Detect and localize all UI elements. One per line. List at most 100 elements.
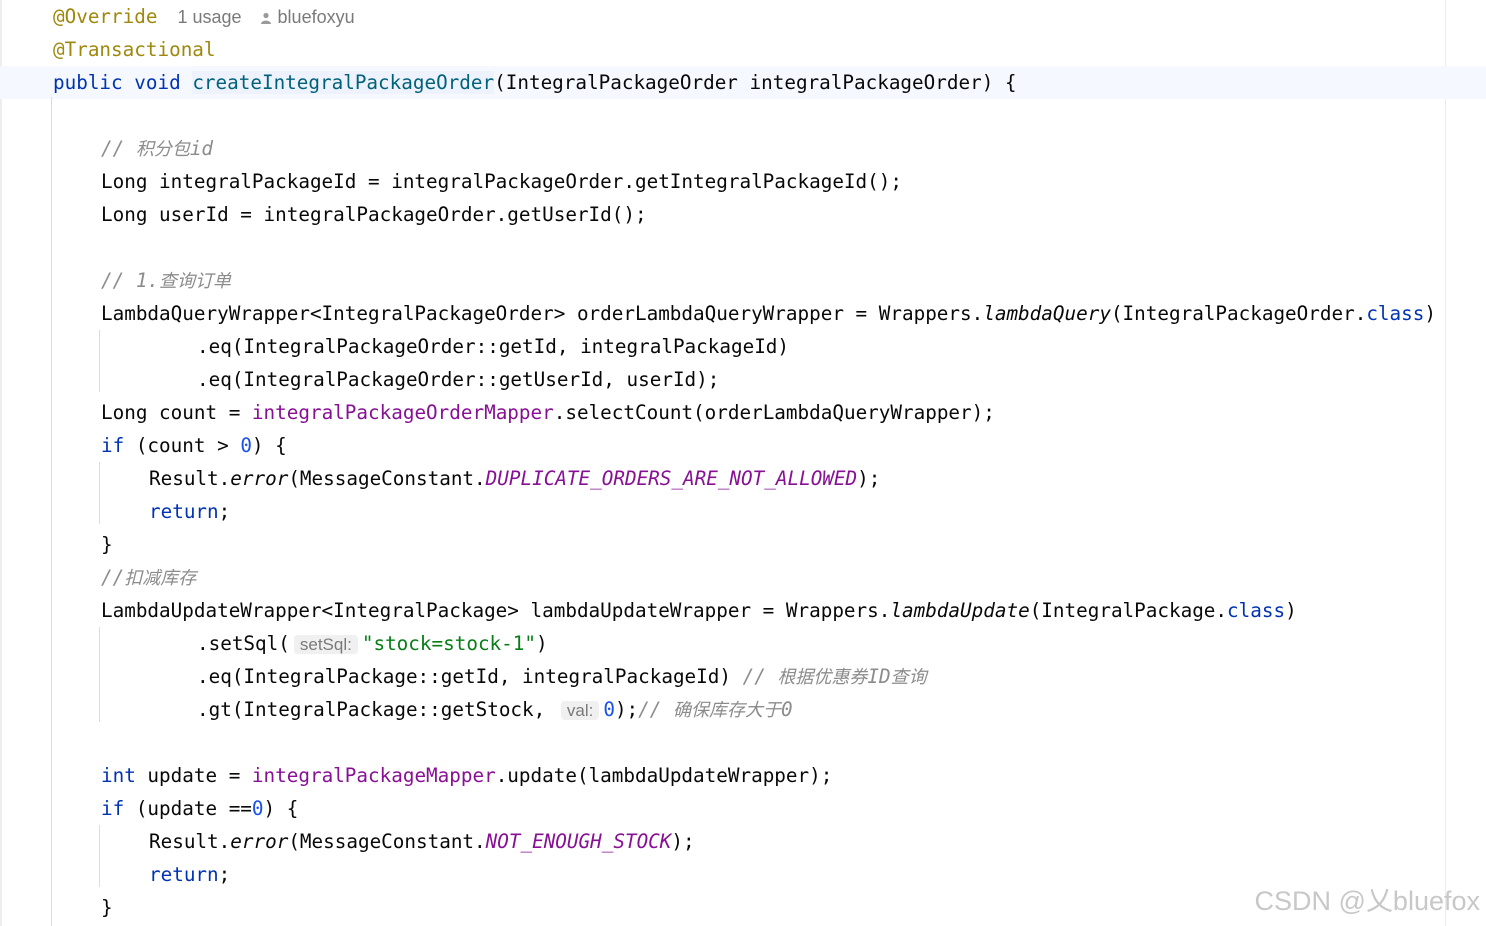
author-name[interactable]: bluefoxyu: [278, 7, 355, 27]
code-text: ;: [218, 500, 231, 523]
number-literal: 0: [251, 797, 264, 820]
code-text: );: [671, 830, 695, 853]
code-text: .setSql(: [197, 632, 290, 655]
code-text: ): [1424, 302, 1436, 325]
static-method: error: [230, 830, 289, 853]
comment: // 1.: [101, 269, 160, 292]
code-line-package-id[interactable]: Long integralPackageId = integralPackage…: [0, 165, 1486, 198]
method-name[interactable]: createIntegralPackageOrder: [192, 71, 495, 94]
annotation-transactional: @Transactional: [53, 38, 216, 61]
comment-cjk: 查询: [890, 667, 927, 688]
comment-cjk: 积分包: [135, 139, 190, 160]
number-literal: 0: [603, 698, 615, 721]
comment-cjk: 根据优惠券: [777, 667, 868, 688]
code-text: (update ==: [124, 797, 252, 820]
comment: ID: [867, 665, 891, 688]
code-text: (MessageConstant.: [288, 830, 486, 853]
code-text: }: [101, 533, 113, 556]
param-hint-val: val:: [560, 701, 600, 720]
code-line-if-update[interactable]: if (update ==0) {: [0, 792, 1486, 825]
static-method: lambdaUpdate: [890, 599, 1030, 622]
code-text: (MessageConstant.: [288, 467, 486, 490]
code-line-if-count[interactable]: if (count > 0) {: [0, 429, 1486, 462]
code-line-user-id[interactable]: Long userId = integralPackageOrder.getUs…: [0, 198, 1486, 231]
code-text: Long count =: [101, 401, 252, 424]
comment-cjk: 查询订单: [159, 271, 232, 292]
code-text: Result.: [149, 830, 231, 853]
csdn-watermark: CSDN @乂bluefox: [1254, 886, 1480, 916]
code-line-gt-stock[interactable]: .gt(IntegralPackage::getStock, val: 0);//…: [0, 693, 1486, 726]
method-params: (IntegralPackageOrder integralPackageOrd…: [494, 71, 1017, 94]
keyword-int: int: [101, 764, 136, 787]
code-text: (IntegralPackageOrder.: [1110, 302, 1367, 325]
user-icon: [260, 12, 271, 24]
constant-ref: DUPLICATE_ORDERS_ARE_NOT_ALLOWED: [485, 467, 858, 490]
code-line-comment-id[interactable]: // 积分包id: [0, 132, 1486, 165]
code-line-error-duplicate[interactable]: Result.error(MessageConstant.DUPLICATE_O…: [0, 462, 1486, 495]
keyword-class: class: [1227, 599, 1286, 622]
code-text: );: [614, 698, 639, 721]
string-literal: "stock=stock-1": [361, 632, 536, 655]
code-text: LambdaUpdateWrapper<IntegralPackage> lam…: [101, 599, 891, 622]
code-text: ) {: [251, 434, 287, 457]
static-method: lambdaQuery: [983, 302, 1111, 325]
code-line-update-wrapper[interactable]: LambdaUpdateWrapper<IntegralPackage> lam…: [0, 594, 1486, 627]
code-line-comment-stock[interactable]: //扣减库存: [0, 561, 1486, 594]
code-text: }: [101, 896, 113, 919]
code-text: .gt(IntegralPackage::getStock,: [197, 698, 557, 721]
comment: //: [638, 698, 673, 721]
code-text: .eq(IntegralPackage::getId, integralPack…: [197, 665, 743, 688]
code-text: ;: [218, 863, 231, 886]
comment: //: [742, 665, 778, 688]
keyword-return: return: [149, 863, 219, 886]
code-text: (count >: [124, 434, 241, 457]
code-text: ): [535, 632, 548, 655]
code-text: Result.: [149, 467, 231, 490]
static-method: error: [230, 467, 289, 490]
code-line-return-1[interactable]: return;: [0, 495, 1486, 528]
code-line-int-update[interactable]: int update = integralPackageMapper.updat…: [0, 759, 1486, 792]
comment: //: [101, 566, 125, 589]
code-text: LambdaQueryWrapper<IntegralPackageOrder>…: [101, 302, 984, 325]
code-line-select-count[interactable]: Long count = integralPackageOrderMapper.…: [0, 396, 1486, 429]
code-line-error-stock[interactable]: Result.error(MessageConstant.NOT_ENOUGH_…: [0, 825, 1486, 858]
constant-ref: NOT_ENOUGH_STOCK: [485, 830, 672, 853]
code-text: .selectCount(orderLambdaQueryWrapper);: [553, 401, 995, 424]
code-text: .eq(IntegralPackageOrder::getUserId, use…: [197, 368, 720, 391]
code-text: .eq(IntegralPackageOrder::getId, integra…: [197, 335, 790, 358]
code-text: Long userId = integralPackageOrder.getUs…: [101, 203, 647, 226]
comment: id: [189, 137, 214, 160]
code-text: ) {: [263, 797, 299, 820]
usages-link[interactable]: 1 usage: [177, 7, 241, 27]
field-ref: integralPackageOrderMapper: [251, 401, 554, 424]
code-line-override[interactable]: @Override 1 usage bluefoxyu: [0, 0, 1486, 33]
code-line-transactional[interactable]: @Transactional: [0, 33, 1486, 66]
comment-cjk: 扣减库存: [124, 568, 197, 589]
keyword-if: if: [101, 434, 125, 457]
code-line-eq-id[interactable]: .eq(IntegralPackageOrder::getId, integra…: [0, 330, 1486, 363]
param-hint-setsql: setSql:: [293, 635, 358, 654]
code-line-close-brace-1[interactable]: }: [0, 528, 1486, 561]
code-line-method-signature[interactable]: public void createIntegralPackageOrder(I…: [0, 66, 1486, 99]
code-line-eq-package-id[interactable]: .eq(IntegralPackage::getId, integralPack…: [0, 660, 1486, 693]
keyword-return: return: [149, 500, 219, 523]
code-text: .update(lambdaUpdateWrapper);: [495, 764, 833, 787]
code-line-set-sql[interactable]: .setSql(setSql: "stock=stock-1"): [0, 627, 1486, 660]
code-text: (IntegralPackage.: [1029, 599, 1228, 622]
comment: //: [101, 137, 136, 160]
code-line-query-wrapper[interactable]: LambdaQueryWrapper<IntegralPackageOrder>…: [0, 297, 1486, 330]
code-text: Long integralPackageId = integralPackage…: [101, 170, 902, 193]
code-text: );: [857, 467, 881, 490]
code-line-eq-user[interactable]: .eq(IntegralPackageOrder::getUserId, use…: [0, 363, 1486, 396]
keyword-void: void: [134, 71, 181, 94]
code-text: ): [1285, 599, 1297, 622]
code-line-comment-query[interactable]: // 1.查询订单: [0, 264, 1486, 297]
code-text: update =: [135, 764, 252, 787]
comment: 0: [780, 698, 793, 721]
comment-cjk: 确保库存大于: [672, 700, 781, 721]
number-literal: 0: [240, 434, 252, 457]
keyword-class: class: [1366, 302, 1425, 325]
keyword-if: if: [101, 797, 125, 820]
field-ref: integralPackageMapper: [251, 764, 496, 787]
annotation-override: @Override: [53, 5, 158, 28]
